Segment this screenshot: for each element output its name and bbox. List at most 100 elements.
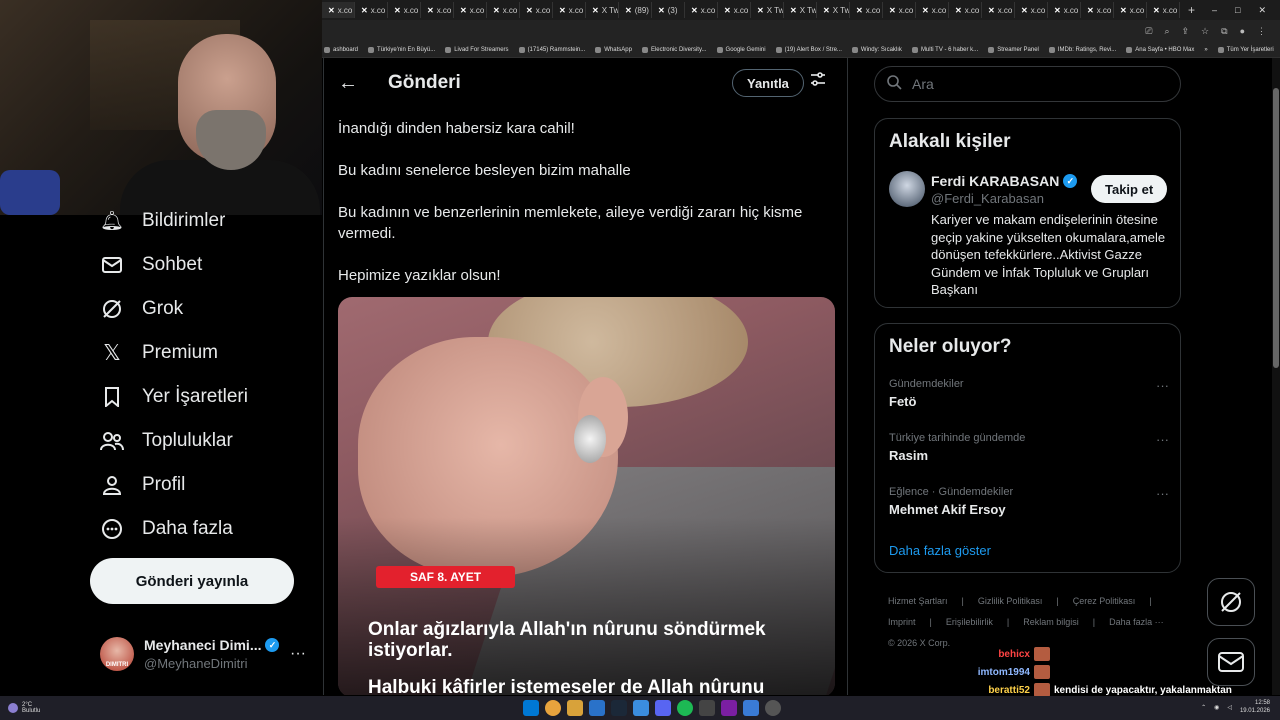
footer-link[interactable]: Çerez Politikası xyxy=(1073,591,1136,612)
nav-chat[interactable]: Sohbet xyxy=(100,253,202,277)
footer-link[interactable]: Imprint xyxy=(888,612,916,633)
browser-tab[interactable]: ✕ x.co xyxy=(1147,2,1180,18)
extensions-icon[interactable]: ⧉ xyxy=(1221,26,1227,37)
bookmarks-overflow[interactable]: » xyxy=(1204,47,1207,53)
maximize-button[interactable]: □ xyxy=(1235,5,1240,16)
footer-link[interactable]: Erişilebilirlik xyxy=(946,612,993,633)
browser-tab[interactable]: ✕ x.co xyxy=(982,2,1015,18)
app-icon[interactable] xyxy=(633,700,649,716)
bookmark-item[interactable]: Windy: Sıcaklık xyxy=(851,46,902,53)
browser-tab[interactable]: ✕ x.co xyxy=(1015,2,1048,18)
browser-tab[interactable]: ✕ x.co xyxy=(850,2,883,18)
nav-profile[interactable]: Profil xyxy=(100,473,185,497)
tweet-media-image[interactable]: SAF 8. AYET Onlar ağızlarıyla Allah'ın n… xyxy=(338,297,835,695)
bookmark-item[interactable]: (17145) Rammstein... xyxy=(518,46,585,53)
settings-sliders-icon[interactable] xyxy=(810,72,826,91)
bookmark-star-icon[interactable]: ☆ xyxy=(1201,26,1209,37)
menu-icon[interactable]: ⋮ xyxy=(1257,26,1266,37)
browser-tab[interactable]: ✕ x.co xyxy=(421,2,454,18)
grok-fab[interactable] xyxy=(1207,578,1255,626)
post-button[interactable]: Gönderi yayınla xyxy=(90,558,294,604)
footer-link[interactable]: © 2026 X Corp. xyxy=(888,633,950,654)
spotify-icon[interactable] xyxy=(677,700,693,716)
discord-icon[interactable] xyxy=(655,700,671,716)
browser-tab[interactable]: ✕ x.co xyxy=(388,2,421,18)
trend-item[interactable]: Eğlence · Gündemdekiler Mehmet Akif Erso… xyxy=(889,486,1169,517)
footer-link[interactable]: Hizmet Şartları xyxy=(888,591,948,612)
minimize-button[interactable]: – xyxy=(1212,5,1217,16)
clock[interactable]: 12:58 19.01.2026 xyxy=(1240,699,1270,715)
footer-link[interactable]: Daha fazla ··· xyxy=(1109,612,1164,633)
search-input[interactable]: Ara xyxy=(874,66,1181,102)
zoom-icon[interactable]: ⌕ xyxy=(1164,26,1169,37)
profile-icon[interactable]: ● xyxy=(1240,26,1245,36)
browser-tab[interactable]: ✕ x.co xyxy=(718,2,751,18)
trend-more-icon[interactable]: ··· xyxy=(1156,486,1169,501)
browser-tab[interactable]: ✕ x.co xyxy=(322,2,355,18)
scroll-thumb[interactable] xyxy=(1273,88,1279,368)
new-tab-button[interactable]: + xyxy=(1180,3,1203,17)
browser-tab[interactable]: ✕ x.co xyxy=(487,2,520,18)
browser-tab[interactable]: ✕ x.co xyxy=(1114,2,1147,18)
bookmark-item[interactable]: Türkiye'nin En Büyü... xyxy=(368,46,435,53)
avatar[interactable] xyxy=(889,171,925,207)
browser-tab[interactable]: ✕ (3) xyxy=(652,2,685,18)
bookmark-item[interactable]: WhatsApp xyxy=(595,46,632,53)
scrollbar[interactable] xyxy=(1272,58,1280,695)
nav-premium[interactable]: 𝕏 Premium xyxy=(100,340,218,365)
bookmark-item[interactable]: Google Gemini xyxy=(716,46,766,53)
obs-icon[interactable] xyxy=(765,700,781,716)
nav-notifications[interactable]: 🔔︎ Bildirimler xyxy=(100,211,225,231)
browser-tab[interactable]: ✕ x.co xyxy=(1081,2,1114,18)
person-name[interactable]: Ferdi KARABASAN ✓ xyxy=(931,173,1078,189)
footer-link[interactable]: Gizlilik Politikası xyxy=(978,591,1043,612)
bookmark-item[interactable]: Livad For Streamers xyxy=(445,46,509,53)
browser-tab[interactable]: ✕ x.co xyxy=(454,2,487,18)
browser-tab[interactable]: ✕ (89) xyxy=(619,2,652,18)
trend-item[interactable]: Gündemdekiler Fetö ··· xyxy=(889,378,1169,409)
bookmark-item[interactable]: Ana Sayfa • HBO Max xyxy=(1126,46,1194,53)
browser-tab[interactable]: ✕ X Tw xyxy=(817,2,850,18)
back-arrow-icon[interactable]: ← xyxy=(338,72,362,95)
windows-start-icon[interactable] xyxy=(523,700,539,716)
weather-widget[interactable]: 2°C Bulutlu xyxy=(0,702,40,714)
bookmark-item[interactable]: (19) Alert Box / Stre... xyxy=(775,46,842,53)
browser-tab[interactable]: ✕ X Tw xyxy=(784,2,817,18)
chrome-icon[interactable] xyxy=(545,700,561,716)
trend-more-icon[interactable]: ··· xyxy=(1156,378,1169,393)
browser-tab[interactable]: ✕ X Tw xyxy=(586,2,619,18)
app-icon[interactable] xyxy=(589,700,605,716)
browser-tab[interactable]: ✕ x.co xyxy=(355,2,388,18)
reply-button[interactable]: Yanıtla xyxy=(732,69,804,97)
browser-tab[interactable]: ✕ x.co xyxy=(553,2,586,18)
all-bookmarks-button[interactable]: Tüm Yer İşaretleri xyxy=(1217,46,1280,53)
bookmark-item[interactable]: Streamer Panel xyxy=(988,46,1039,53)
bookmark-item[interactable]: Electronic Diversity... xyxy=(641,46,707,53)
nav-bookmarks[interactable]: Yer İşaretleri xyxy=(100,385,248,409)
follow-button[interactable]: Takip et xyxy=(1091,175,1168,203)
trend-item[interactable]: Türkiye tarihinde gündemde Rasim ··· xyxy=(889,432,1169,463)
bookmark-item[interactable]: ashboard xyxy=(324,46,358,53)
steam-icon[interactable] xyxy=(611,700,627,716)
nav-more[interactable]: Daha fazla xyxy=(100,517,233,541)
account-switcher[interactable]: DIMITRI Meyhaneci Dimi... ✓ @MeyhaneDimit… xyxy=(100,637,306,671)
browser-tab[interactable]: ✕ x.co xyxy=(916,2,949,18)
file-explorer-icon[interactable] xyxy=(567,700,583,716)
bookmark-item[interactable]: IMDb: Ratings, Revi... xyxy=(1048,46,1116,53)
speaker-icon[interactable]: ◁ xyxy=(1227,704,1232,711)
browser-tab[interactable]: ✕ x.co xyxy=(1048,2,1081,18)
network-icon[interactable]: ◉ xyxy=(1214,704,1219,711)
browser-tab[interactable]: ✕ x.co xyxy=(883,2,916,18)
nav-communities[interactable]: Topluluklar xyxy=(100,429,233,453)
bookmark-item[interactable]: Multi TV - 6 haber k... xyxy=(911,46,978,53)
browser-tab[interactable]: ✕ x.co xyxy=(685,2,718,18)
app-icon[interactable] xyxy=(743,700,759,716)
account-more-icon[interactable]: ··· xyxy=(290,645,306,663)
browser-tab[interactable]: ✕ X Tw xyxy=(751,2,784,18)
footer-link[interactable]: Reklam bilgisi xyxy=(1023,612,1079,633)
share-icon[interactable]: ⇪ xyxy=(1182,26,1190,37)
trend-more-icon[interactable]: ··· xyxy=(1156,432,1169,447)
nav-grok[interactable]: Grok xyxy=(100,297,183,321)
close-button[interactable]: ✕ xyxy=(1258,5,1266,16)
app-icon[interactable] xyxy=(699,700,715,716)
